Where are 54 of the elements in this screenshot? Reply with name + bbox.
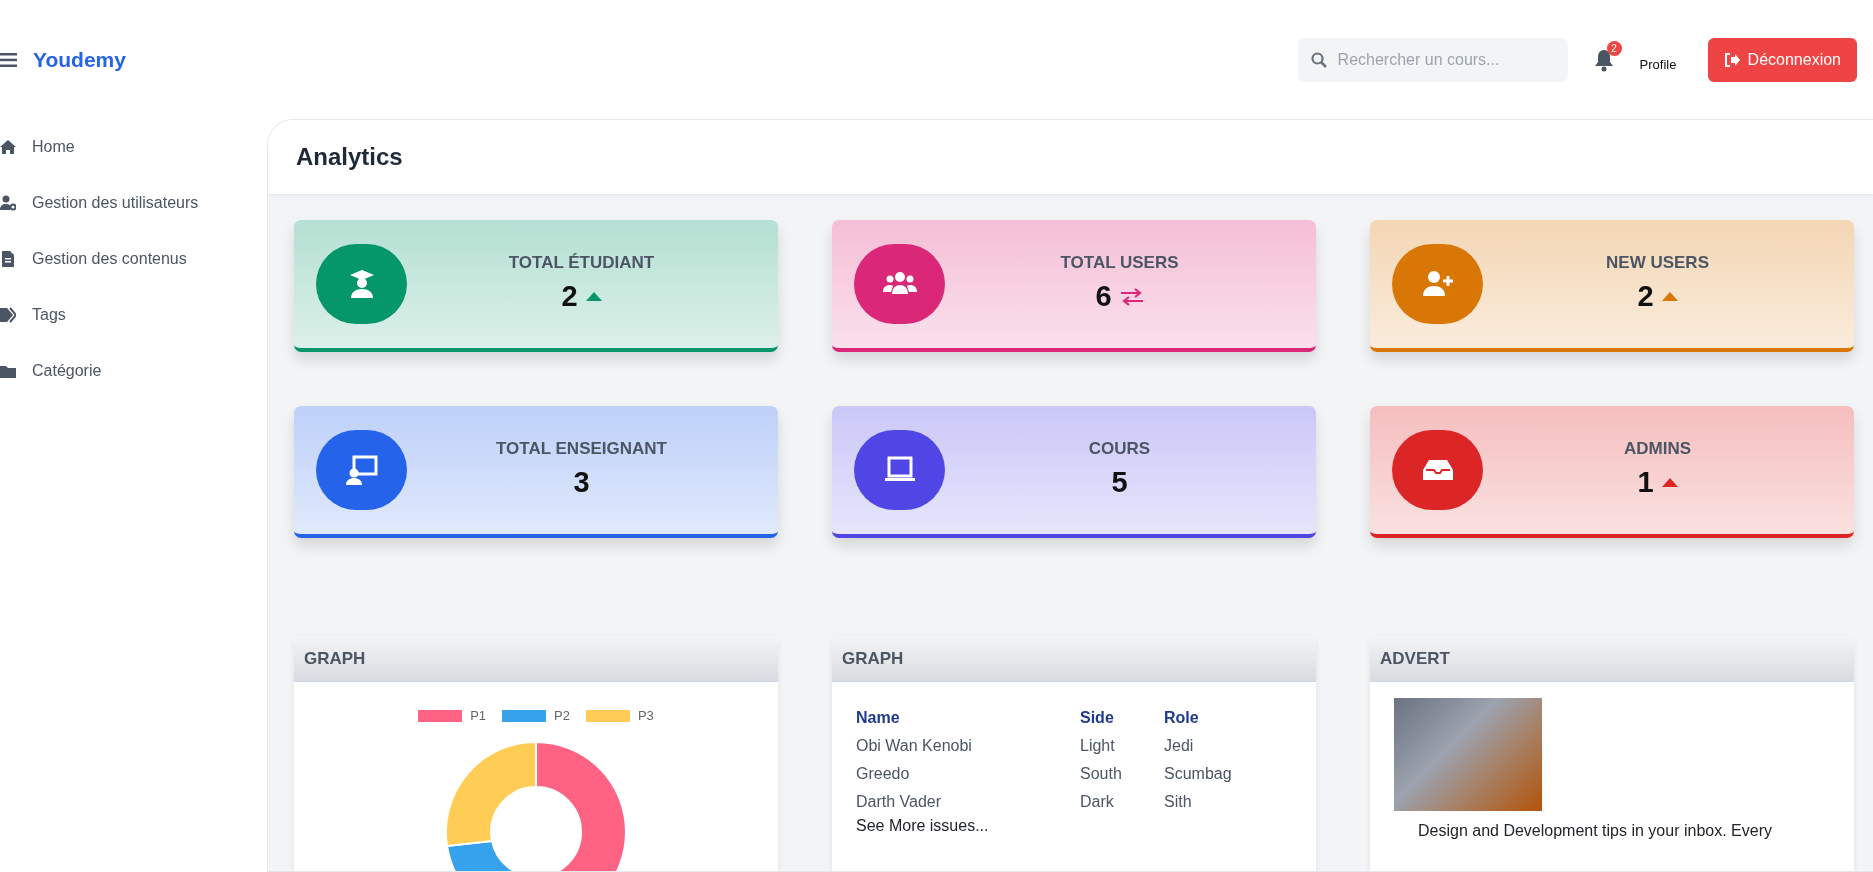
table-cell-text: Jedi: [1164, 736, 1195, 757]
column-header: Role: [1164, 708, 1200, 729]
logout-button[interactable]: Déconnexion: [1707, 37, 1857, 82]
advert-text: Design and Development tips in your inbox. Every: [1418, 821, 1773, 842]
table-cell-text: South: [1080, 764, 1123, 785]
logout-icon: [1723, 52, 1740, 67]
notification-count: 2: [1606, 40, 1622, 56]
see-more-link[interactable]: See More issues...: [856, 814, 989, 839]
stat-value: 2: [1637, 279, 1654, 315]
table-cell-text: Greedo: [856, 764, 911, 785]
stat-label: TOTAL USERS: [1060, 251, 1179, 274]
sidebar-item[interactable]: Home: [0, 119, 267, 176]
table-cell-text: Sith: [1164, 792, 1193, 813]
sidebar-item[interactable]: Gestion des utilisateurs: [0, 175, 267, 232]
profile-image[interactable]: Profile: [1639, 37, 1684, 82]
stat-label: NEW USERS: [1606, 251, 1709, 274]
column-header: Side: [1080, 708, 1115, 729]
panel-title: GRAPH: [304, 647, 366, 670]
swap-arrows-icon: [1119, 287, 1144, 306]
stat-value: 5: [1111, 465, 1128, 501]
tags-icon: [0, 307, 16, 324]
panel-title: GRAPH: [842, 647, 904, 670]
panel-title: ADVERT: [1380, 647, 1450, 670]
table-cell-text: Obi Wan Kenobi: [856, 736, 973, 757]
page-title: Analytics: [296, 142, 403, 173]
stat-label: ADMINS: [1623, 437, 1692, 460]
sidebar-item[interactable]: Catégorie: [0, 343, 267, 400]
legend-label: P3: [637, 707, 654, 726]
triangle-up-icon: [1661, 478, 1678, 488]
brand-logo[interactable]: Youdemy: [33, 43, 126, 76]
folder-icon: [0, 363, 16, 380]
table-cell-text: Dark: [1080, 792, 1115, 813]
legend-label: P1: [470, 707, 487, 726]
legend-label: P2: [554, 707, 570, 726]
home-icon: [0, 139, 16, 156]
triangle-up-icon: [585, 292, 602, 302]
user-gear-icon: [0, 195, 16, 212]
stat-value: 1: [1637, 465, 1654, 501]
sidebar-item[interactable]: Tags: [0, 287, 267, 344]
table-cell-text: Light: [1080, 736, 1116, 757]
menu-icon[interactable]: [0, 52, 17, 67]
table-cell-text: Scumbag: [1164, 764, 1233, 785]
stat-value: 6: [1095, 279, 1112, 315]
stat-value: 2: [561, 279, 578, 315]
stat-value: 3: [573, 465, 590, 501]
stat-label: TOTAL ÉTUDIANT: [508, 251, 655, 274]
column-header: Name: [856, 708, 901, 729]
document-icon: [0, 251, 16, 268]
triangle-up-icon: [1661, 292, 1678, 302]
search-field[interactable]: Rechercher un cours...: [1297, 37, 1568, 82]
stat-label: COURS: [1088, 437, 1151, 460]
sidebar-item[interactable]: Gestion des contenus: [0, 231, 267, 288]
table-cell-text: Darth Vader: [856, 792, 943, 813]
stat-label: TOTAL ENSEIGNANT: [496, 437, 667, 460]
